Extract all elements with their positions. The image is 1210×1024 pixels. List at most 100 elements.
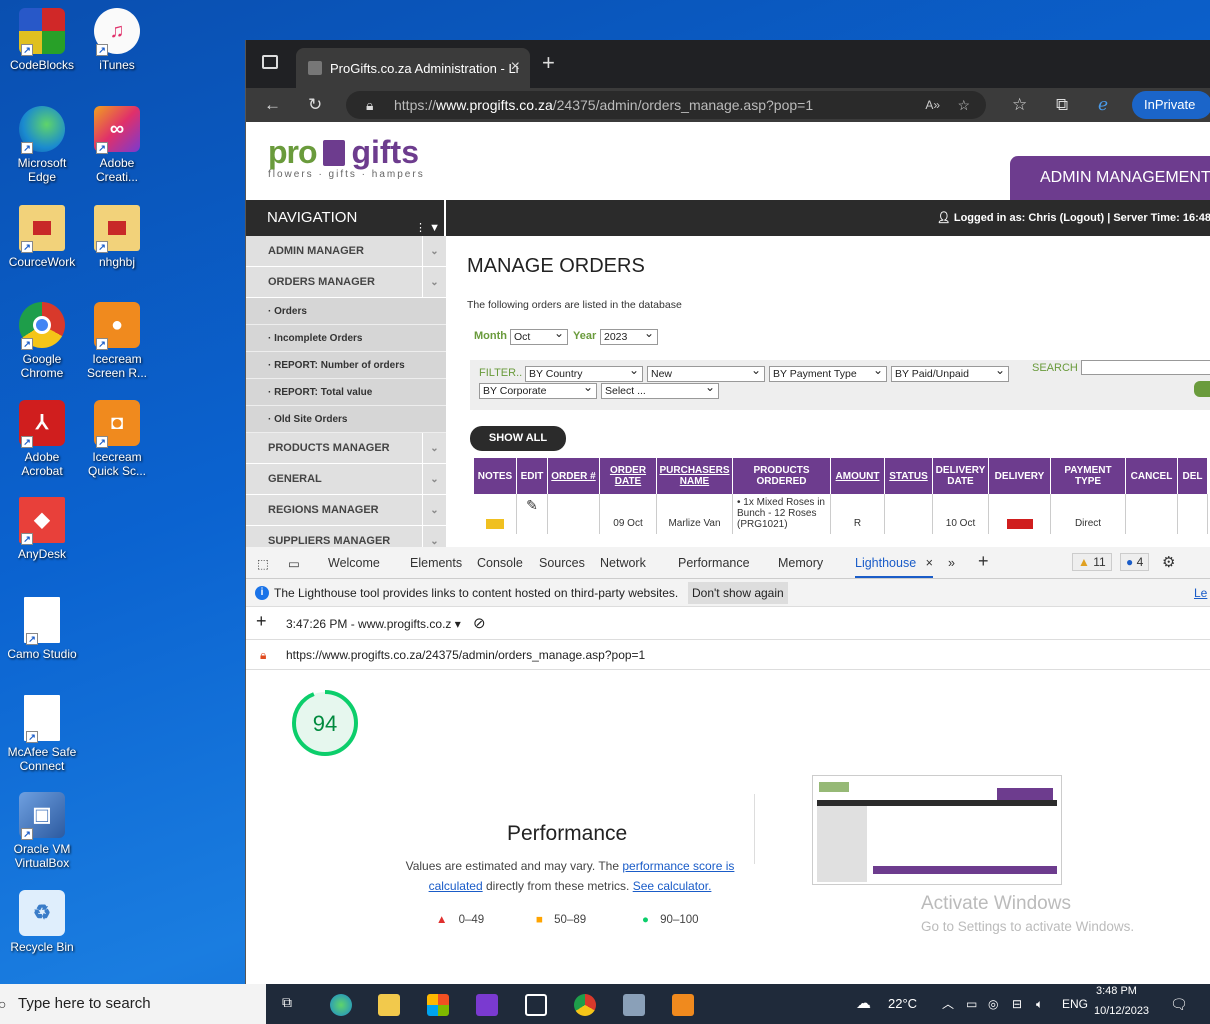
acrobat-desktop-icon[interactable]: ⅄ ↗ Adobe Acrobat bbox=[4, 400, 80, 478]
notifications-icon[interactable]: 🗨︎ bbox=[1170, 984, 1188, 1024]
sidebar-item[interactable]: ORDERS MANAGER ⌄ bbox=[246, 267, 446, 298]
refresh-icon[interactable]: ↻ bbox=[308, 95, 322, 115]
mcafee-desktop-icon[interactable]: ↗ McAfee Safe Connect bbox=[4, 695, 80, 773]
icecream-taskbar-icon[interactable] bbox=[672, 994, 694, 1016]
clear-reports-icon[interactable]: ⊘ bbox=[473, 614, 486, 632]
clock-date[interactable]: 10/12/2023 bbox=[1094, 991, 1149, 1024]
paid-filter[interactable]: BY Paid/Unpaid bbox=[891, 363, 1009, 382]
column-header[interactable]: AMOUNT bbox=[831, 458, 885, 494]
chevron-down-icon[interactable]: ⌄ bbox=[422, 526, 446, 547]
edge-desktop-icon[interactable]: ↗ Microsoft Edge bbox=[4, 106, 80, 184]
address-bar[interactable]: 🔒︎ https://www.progifts.co.za/24375/admi… bbox=[346, 91, 986, 119]
tab-sources[interactable]: Sources bbox=[539, 556, 585, 570]
tab-memory[interactable]: Memory bbox=[778, 556, 823, 570]
edge-taskbar-icon[interactable] bbox=[330, 994, 352, 1016]
camo-studio-desktop-icon[interactable]: ↗ Camo Studio bbox=[4, 597, 80, 661]
browser-tab[interactable]: ProGifts.co.za Administration - Li × bbox=[296, 48, 530, 88]
year-select[interactable]: 2023 bbox=[600, 326, 658, 345]
column-header[interactable]: ORDER # bbox=[548, 458, 600, 494]
sidebar-item[interactable]: REGIONS MANAGER ⌄ bbox=[246, 495, 446, 526]
read-aloud-icon[interactable]: A» bbox=[925, 91, 940, 119]
sidebar-item[interactable]: · REPORT: Number of orders bbox=[246, 352, 446, 379]
navigation-header[interactable]: NAVIGATION ⋮ ▼ bbox=[246, 200, 446, 236]
new-report-icon[interactable]: + bbox=[256, 611, 267, 632]
weather-icon[interactable]: ☁ bbox=[856, 984, 871, 1024]
learn-more-link[interactable]: Le bbox=[1194, 579, 1207, 607]
volume-icon[interactable]: 🔈︎ bbox=[1036, 984, 1043, 1024]
codeblocks-desktop-icon[interactable]: ↗ CodeBlocks bbox=[4, 8, 80, 72]
chevron-down-icon[interactable]: ⌄ bbox=[422, 236, 446, 266]
sidebar-item[interactable]: · Orders bbox=[246, 298, 446, 325]
sidebar-item[interactable]: · Old Site Orders bbox=[246, 406, 446, 433]
nhghbj-desktop-icon[interactable]: ↗ nhghbj bbox=[79, 205, 155, 269]
search-input[interactable] bbox=[1081, 360, 1210, 375]
delete-cell[interactable] bbox=[1178, 494, 1208, 534]
chrome-taskbar-icon[interactable] bbox=[574, 994, 596, 1016]
search-go-button[interactable] bbox=[1194, 381, 1210, 397]
payment-type-filter[interactable]: BY Payment Type bbox=[769, 363, 887, 382]
sidebar-item[interactable]: ADMIN MANAGER ⌄ bbox=[246, 236, 446, 267]
back-arrow-icon[interactable]: ← bbox=[264, 95, 281, 115]
tab-actions-icon[interactable] bbox=[262, 55, 278, 69]
report-selector[interactable]: 3:47:26 PM - www.progifts.co.z ▾ bbox=[286, 617, 461, 631]
courcework-desktop-icon[interactable]: ↗ CourceWork bbox=[4, 205, 80, 269]
corporate-filter[interactable]: BY Corporate bbox=[479, 380, 597, 399]
cancel-cell[interactable] bbox=[1126, 494, 1178, 534]
inprivate-button[interactable]: InPrivate bbox=[1132, 91, 1210, 119]
admin-management-tab[interactable]: ADMIN MANAGEMENT bbox=[1010, 156, 1210, 200]
tab-console[interactable]: Console bbox=[477, 556, 523, 570]
icecream-screen-desktop-icon[interactable]: ● ↗ Icecream Screen R... bbox=[79, 302, 155, 380]
visual-studio-icon[interactable] bbox=[476, 994, 498, 1016]
chevron-down-icon[interactable]: ⌄ bbox=[422, 433, 446, 463]
tab-lighthouse[interactable]: Lighthouse × bbox=[855, 556, 933, 578]
adobe-creative-desktop-icon[interactable]: ∞ ↗ Adobe Creati... bbox=[79, 106, 155, 184]
onedrive-icon[interactable]: ◎ bbox=[988, 984, 998, 1024]
taskbar-search[interactable]: ○ Type here to search bbox=[0, 984, 266, 1024]
sidebar-item[interactable]: · REPORT: Total value bbox=[246, 379, 446, 406]
language-indicator[interactable]: ENG bbox=[1062, 984, 1088, 1024]
add-favorite-icon[interactable]: ☆ bbox=[957, 91, 970, 119]
collections-icon[interactable]: ⧉ bbox=[1056, 95, 1068, 115]
new-tab-icon[interactable]: + bbox=[542, 50, 555, 76]
weather-temp[interactable]: 22°C bbox=[888, 984, 917, 1024]
close-tab-icon[interactable]: × bbox=[511, 58, 520, 76]
file-explorer-icon[interactable] bbox=[378, 994, 400, 1016]
tab-elements[interactable]: Elements bbox=[410, 556, 462, 570]
show-all-button[interactable]: SHOW ALL bbox=[470, 426, 566, 451]
column-header[interactable]: PURCHASERS NAME bbox=[657, 458, 733, 494]
icecream-quick-desktop-icon[interactable]: ◘ ↗ Icecream Quick Sc... bbox=[79, 400, 155, 478]
sidebar-item[interactable]: PRODUCTS MANAGER ⌄ bbox=[246, 433, 446, 464]
column-header[interactable]: STATUS bbox=[885, 458, 933, 494]
favorites-icon[interactable]: ☆ bbox=[1012, 95, 1027, 115]
column-header[interactable]: ORDER DATE bbox=[600, 458, 657, 494]
ie-mode-icon[interactable]: ℯ bbox=[1098, 95, 1108, 115]
note-icon[interactable] bbox=[486, 519, 504, 529]
chevron-down-icon[interactable]: ⌄ bbox=[422, 267, 446, 297]
inspect-icon[interactable]: ⬚ bbox=[257, 556, 269, 571]
warnings-badge[interactable]: ▲ 11 bbox=[1072, 553, 1112, 571]
close-tab-icon[interactable]: × bbox=[926, 556, 933, 570]
sidebar-item[interactable]: SUPPLIERS MANAGER ⌄ bbox=[246, 526, 446, 547]
see-calculator-link[interactable]: See calculator. bbox=[633, 879, 712, 893]
sidebar-item[interactable]: · Incomplete Orders bbox=[246, 325, 446, 352]
notes-cell[interactable] bbox=[474, 494, 517, 534]
settings-gear-icon[interactable]: ⚙ bbox=[1162, 553, 1175, 571]
recycle-bin-desktop-icon[interactable]: ♻ Recycle Bin bbox=[4, 890, 80, 954]
progifts-logo[interactable]: pro gifts flowers · gifts · hampers bbox=[268, 134, 425, 180]
chevron-down-icon[interactable]: ⌄ bbox=[422, 464, 446, 494]
page-screenshot-thumbnail[interactable] bbox=[812, 775, 1062, 885]
show-hidden-icons[interactable]: ︿ bbox=[942, 984, 954, 1024]
task-view-icon[interactable]: ⧉ bbox=[282, 994, 304, 1016]
month-select[interactable]: Oct bbox=[510, 326, 568, 345]
tab-performance[interactable]: Performance bbox=[678, 556, 750, 570]
anydesk-desktop-icon[interactable]: ◆ ↗ AnyDesk bbox=[4, 497, 80, 561]
network-monitor-icon[interactable] bbox=[623, 994, 645, 1016]
edit-cell[interactable]: ✎ bbox=[517, 494, 548, 534]
tab-network[interactable]: Network bbox=[600, 556, 646, 570]
dont-show-again-button[interactable]: Don't show again bbox=[688, 582, 788, 604]
more-tabs-icon[interactable]: » bbox=[948, 556, 955, 570]
chevron-down-icon[interactable]: ⌄ bbox=[422, 495, 446, 525]
edit-icon[interactable]: ✎ bbox=[526, 497, 538, 513]
mail-icon[interactable] bbox=[525, 994, 547, 1016]
add-tab-icon[interactable]: + bbox=[978, 551, 989, 572]
